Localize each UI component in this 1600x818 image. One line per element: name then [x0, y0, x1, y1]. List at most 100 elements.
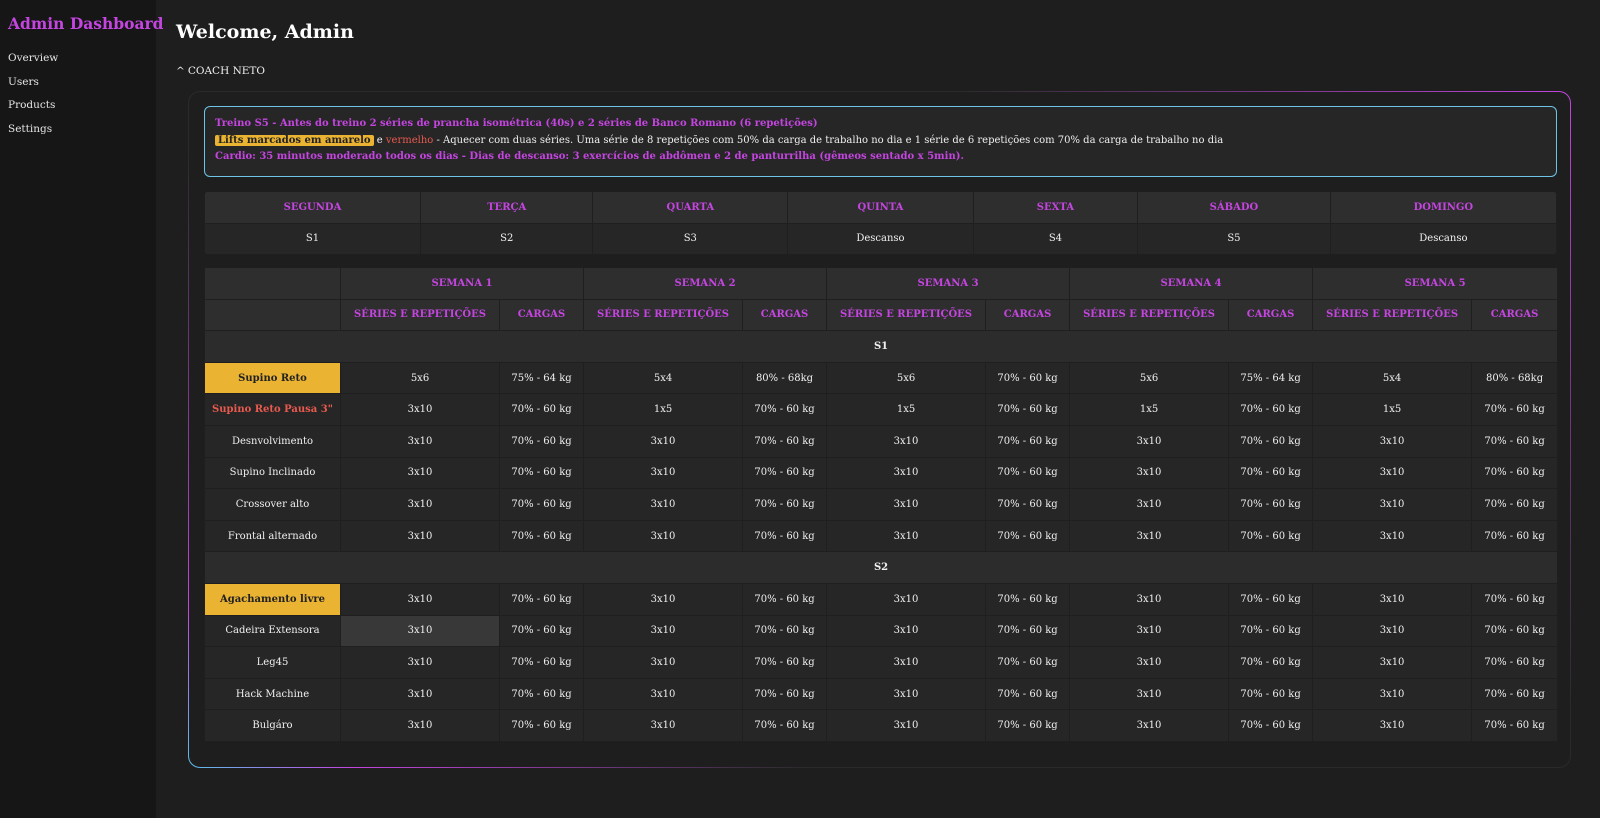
- exercise-name: Hack Machine: [204, 677, 341, 711]
- sets-reps-cell: 3x10: [1312, 424, 1473, 458]
- load-cell: 70% - 60 kg: [985, 582, 1071, 616]
- sets-reps-cell: 3x10: [340, 456, 500, 490]
- sets-reps-cell: 3x10: [583, 519, 744, 553]
- sets-reps-cell: 1x5: [1312, 393, 1473, 426]
- group-row: S2: [203, 551, 1559, 584]
- weekday-header-row: SEGUNDA TERÇA QUARTA QUINTA SEXTA SÁBADO DOMIN…: [204, 191, 1557, 224]
- load-cell: 70% - 60 kg: [742, 709, 828, 742]
- load-cell: 70% - 60 kg: [1471, 393, 1559, 426]
- load-cell: 70% - 60 kg: [742, 456, 828, 490]
- sets-reps-cell: 3x10: [1069, 488, 1230, 521]
- week-header: SEMANA 2: [583, 267, 828, 300]
- sets-reps-cell: 3x10: [340, 488, 500, 521]
- load-cell: 70% - 60 kg: [742, 582, 828, 616]
- corner-cell: [204, 267, 341, 300]
- sets-reps-cell: 3x10: [826, 614, 987, 648]
- sets-reps-cell: 1x5: [826, 393, 987, 426]
- exercise-name: Leg45: [204, 646, 341, 679]
- instructions-warmup-text: - Aquecer com duas séries. Uma série de …: [433, 134, 1224, 146]
- sidebar-title: Admin Dashboard: [8, 14, 164, 33]
- sets-reps-cell: 3x10: [583, 582, 744, 616]
- weekday-value: Descanso: [1329, 222, 1557, 255]
- weekday-header: SEXTA: [972, 191, 1139, 224]
- yellow-lifts-badge: Lifts marcados em amarelo: [215, 134, 374, 146]
- load-cell: 70% - 60 kg: [1228, 614, 1314, 648]
- load-cell: 70% - 60 kg: [498, 582, 585, 616]
- table-row: Supino Reto Pausa 3" 3x10 70% - 60 kg 1x5 70…: [204, 393, 1559, 426]
- instructions-line-1: Treino S5 - Antes do treino 2 séries de …: [215, 118, 818, 129]
- instructions-line-3: Cardio: 35 minutos moderado todos os dia…: [215, 151, 964, 162]
- weeks-header-row: SEMANA 1 SEMANA 2 SEMANA 3 SEMANA 4 SEMANA 5: [204, 267, 1559, 300]
- table-row: Crossover alto 3x10 70% - 60 kg 3x10 70% - 6…: [204, 488, 1559, 521]
- group-row: S1: [203, 330, 1559, 363]
- weekday-header: SÁBADO: [1137, 191, 1331, 224]
- sidebar: Admin Dashboard Overview Users Products …: [0, 0, 164, 818]
- sets-reps-cell: 3x10: [340, 614, 500, 648]
- table-row: Supino Inclinado 3x10 70% - 60 kg 3x10 70% -…: [204, 456, 1559, 490]
- load-cell: 70% - 60 kg: [742, 646, 828, 679]
- sets-reps-cell: 3x10: [1069, 456, 1230, 490]
- sets-reps-cell: 3x10: [583, 424, 744, 458]
- training-plan-table: SEMANA 1 SEMANA 2 SEMANA 3 SEMANA 4 SEMANA 5…: [203, 267, 1559, 742]
- group-label: S2: [203, 551, 1559, 584]
- table-row: Bulgáro 3x10 70% - 60 kg 3x10 70% - 60 kg 3x1…: [204, 709, 1559, 742]
- load-cell: 70% - 60 kg: [985, 646, 1071, 679]
- sets-reps-cell: 3x10: [1069, 677, 1230, 711]
- sets-reps-cell: 3x10: [1312, 614, 1473, 648]
- sets-reps-cell: 3x10: [1069, 709, 1230, 742]
- load-cell: 70% - 60 kg: [985, 424, 1071, 458]
- load-cell: 70% - 60 kg: [498, 456, 585, 490]
- sidebar-item-products[interactable]: Products: [8, 99, 148, 111]
- sets-reps-cell: 3x10: [826, 677, 987, 711]
- coach-label: COACH NETO: [187, 65, 266, 77]
- sets-reps-cell: 3x10: [826, 488, 987, 521]
- load-cell: 80% - 68kg: [742, 361, 828, 395]
- sets-reps-cell: 3x10: [826, 709, 987, 742]
- load-cell: 70% - 60 kg: [498, 709, 585, 742]
- load-cell: 70% - 60 kg: [1228, 519, 1314, 553]
- sets-reps-cell: 3x10: [1069, 646, 1230, 679]
- sets-reps-cell: 3x10: [826, 519, 987, 553]
- exercise-name: Supino Reto Pausa 3": [204, 393, 341, 426]
- table-row: Desnvolvimento 3x10 70% - 60 kg 3x10 70% - 6…: [204, 424, 1559, 458]
- sets-reps-cell: 3x10: [340, 393, 500, 426]
- loads-header: CARGAS: [985, 298, 1071, 332]
- sets-reps-cell: 1x5: [583, 393, 744, 426]
- sidebar-item-settings[interactable]: Settings: [8, 123, 148, 135]
- load-cell: 70% - 60 kg: [1471, 456, 1559, 490]
- load-cell: 70% - 60 kg: [1228, 424, 1314, 458]
- weekday-value: S1: [204, 222, 422, 255]
- load-cell: 70% - 60 kg: [742, 393, 828, 426]
- coach-toggle[interactable]: ^ COACH NETO: [176, 65, 265, 77]
- table-row: Frontal alternado 3x10 70% - 60 kg 3x10 70% …: [204, 519, 1559, 553]
- sets-reps-cell: 3x10: [826, 646, 987, 679]
- weekday-value: S5: [1137, 222, 1331, 255]
- load-cell: 70% - 60 kg: [1228, 709, 1314, 742]
- weekday-header: QUARTA: [592, 191, 789, 224]
- sets-reps-cell: 3x10: [1069, 519, 1230, 553]
- sets-reps-cell: 3x10: [1312, 677, 1473, 711]
- weekday-value: S3: [592, 222, 789, 255]
- sets-reps-cell: 3x10: [1069, 424, 1230, 458]
- table-row: Leg45 3x10 70% - 60 kg 3x10 70% - 60 kg 3x10 7…: [204, 646, 1559, 679]
- instructions-line-2: Lifts marcados em amarelo e vermelho - A…: [215, 133, 1546, 150]
- load-cell: 70% - 60 kg: [498, 677, 585, 711]
- table-row: Supino Reto 5x6 75% - 64 kg 5x4 80% - 68kg 5x…: [204, 361, 1559, 395]
- load-cell: 70% - 60 kg: [742, 424, 828, 458]
- sets-reps-cell: 3x10: [1312, 582, 1473, 616]
- weekday-value: Descanso: [787, 222, 974, 255]
- sets-reps-cell: 3x10: [583, 614, 744, 648]
- load-cell: 70% - 60 kg: [498, 646, 585, 679]
- load-cell: 70% - 60 kg: [985, 456, 1071, 490]
- sets-reps-cell: 3x10: [340, 519, 500, 553]
- sidebar-item-overview[interactable]: Overview: [8, 52, 148, 64]
- load-cell: 70% - 60 kg: [1471, 582, 1559, 616]
- load-cell: 70% - 60 kg: [1471, 424, 1559, 458]
- weekday-value: S4: [972, 222, 1139, 255]
- main-content: Welcome, Admin ^ COACH NETO Treino S5 - A…: [156, 0, 1600, 818]
- group-label: S1: [203, 330, 1559, 363]
- week-header: SEMANA 1: [339, 267, 585, 300]
- weekday-header: SEGUNDA: [204, 191, 422, 224]
- load-cell: 75% - 64 kg: [1228, 361, 1314, 395]
- sidebar-item-users[interactable]: Users: [8, 76, 148, 88]
